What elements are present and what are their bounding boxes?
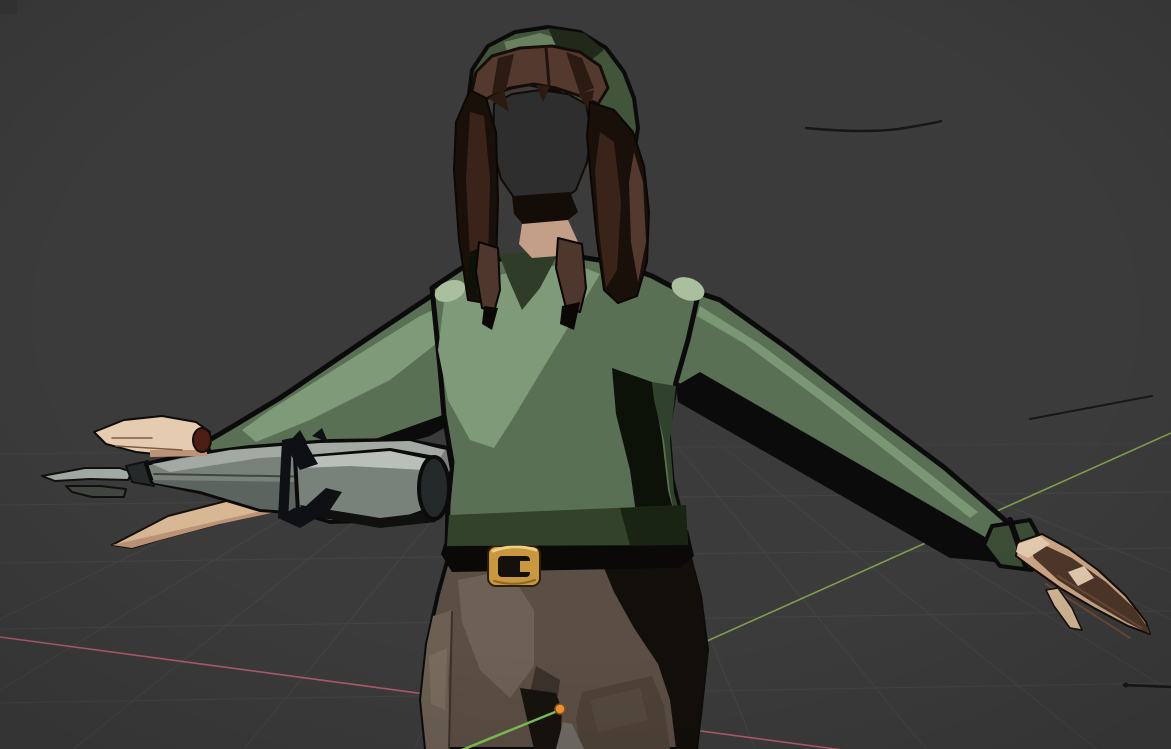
viewport-canvas[interactable]	[0, 0, 1171, 749]
blender-3d-viewport[interactable]	[0, 0, 1171, 749]
vignette-overlay	[0, 0, 1171, 749]
